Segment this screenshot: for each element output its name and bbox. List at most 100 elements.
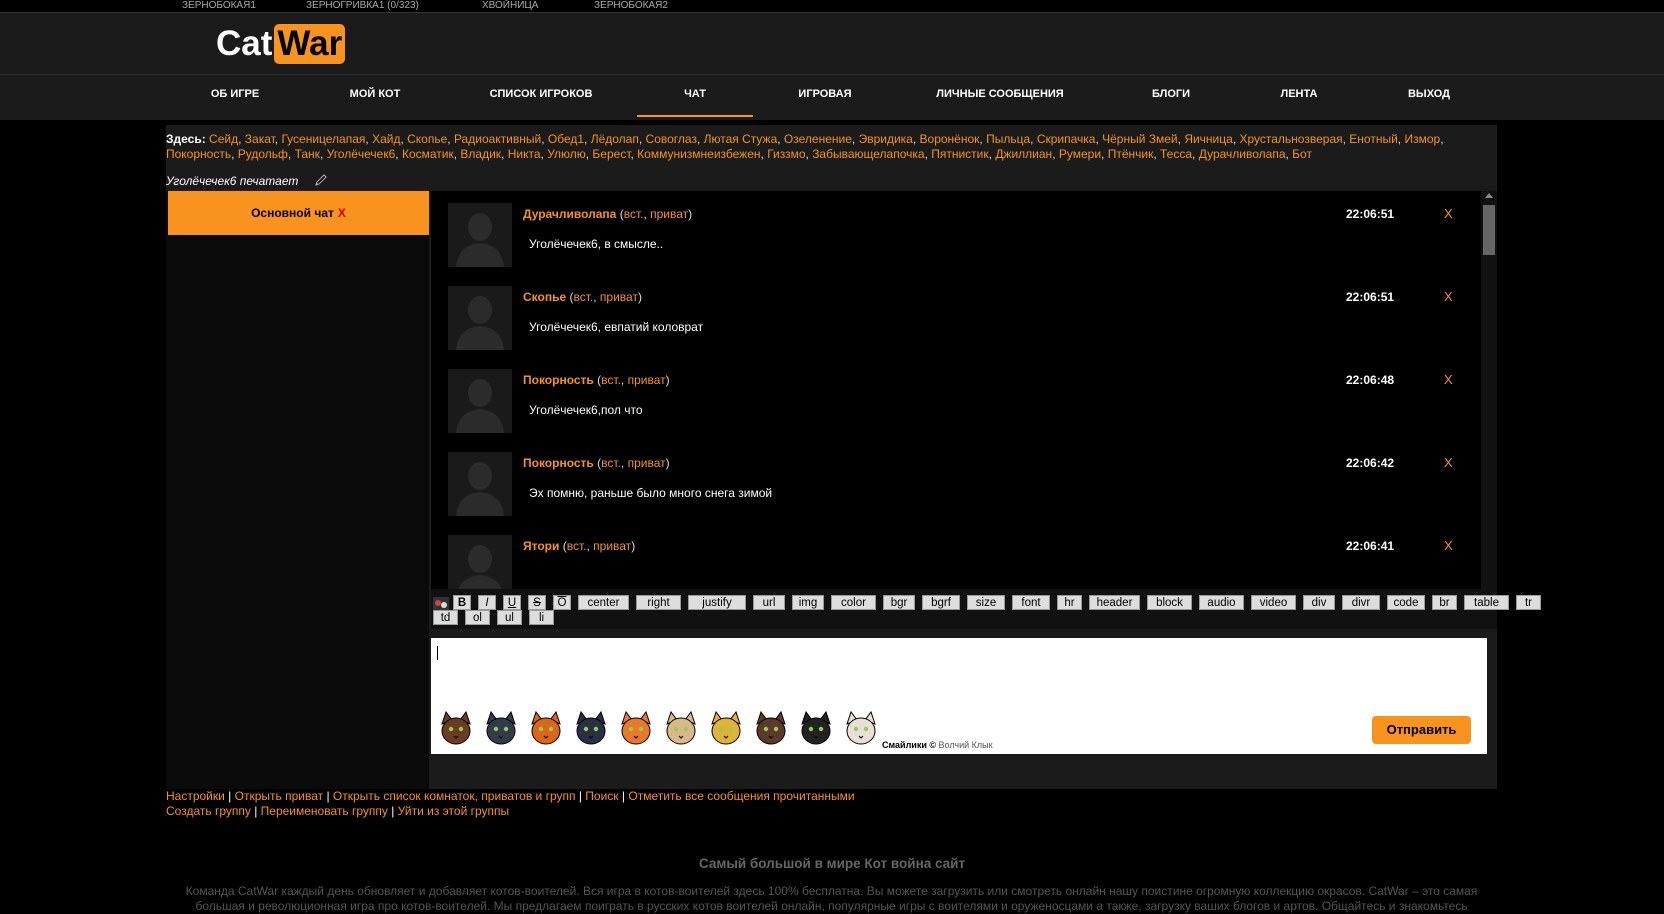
bbcode-table-button[interactable]: table — [1464, 595, 1509, 610]
bbcode-code-button[interactable]: code — [1387, 595, 1425, 610]
message-author-link[interactable]: Скопье — [523, 290, 566, 304]
avatar[interactable] — [448, 369, 512, 433]
nav-game[interactable]: ИГРОВАЯ — [780, 75, 870, 115]
present-user-link[interactable]: Тесса — [1160, 147, 1192, 161]
bbcode-justify-button[interactable]: justify — [688, 595, 746, 610]
stamp-icon[interactable] — [433, 597, 449, 611]
present-user-link[interactable]: Никта — [508, 147, 541, 161]
bbcode-color-button[interactable]: color — [831, 595, 876, 610]
bbcode-s-button[interactable]: S — [528, 595, 546, 610]
avatar[interactable] — [448, 452, 512, 516]
scroll-thumb[interactable] — [1483, 205, 1495, 255]
present-user-link[interactable]: Совоглаз — [646, 132, 697, 146]
footer-link[interactable]: Переименовать группу — [261, 804, 388, 818]
avatar[interactable] — [448, 286, 512, 350]
bbcode-bgr-button[interactable]: bgr — [883, 595, 915, 610]
bbcode-td-button[interactable]: td — [433, 610, 458, 625]
orange-tabby-smiley-icon[interactable] — [617, 710, 655, 748]
present-user-link[interactable]: Уголёчечек6 — [327, 147, 396, 161]
delete-message-button[interactable]: X — [1444, 206, 1453, 221]
present-user-link[interactable]: Обед1 — [548, 132, 584, 146]
bbcode-o-button[interactable]: O — [553, 595, 571, 610]
bbcode-u-button[interactable]: U — [503, 595, 521, 610]
message-author-link[interactable]: Покорность — [523, 373, 594, 387]
nav-private-messages[interactable]: ЛИЧНЫЕ СООБЩЕНИЯ — [920, 75, 1080, 115]
present-user-link[interactable]: Коммунизмнеизбежен — [637, 147, 760, 161]
bbcode-div-button[interactable]: div — [1303, 595, 1335, 610]
brown-cat-smiley-icon[interactable] — [437, 710, 475, 748]
present-user-link[interactable]: Берест — [592, 147, 630, 161]
footer-link[interactable]: Открыть приват — [235, 789, 323, 803]
smiley-credit-author-link[interactable]: Волчий Клык — [939, 740, 993, 750]
present-user-link[interactable]: Птёнчик — [1108, 147, 1154, 161]
nav-about[interactable]: ОБ ИГРЕ — [190, 75, 280, 115]
bbcode-b-button[interactable]: B — [453, 595, 471, 610]
bbcode-url-button[interactable]: url — [753, 595, 785, 610]
ginger-cat-smiley-icon[interactable] — [527, 710, 565, 748]
insert-name-link[interactable]: вст. — [601, 373, 621, 387]
present-user-link[interactable]: Эвридика — [859, 132, 913, 146]
brown-tabby-smiley-icon[interactable] — [752, 710, 790, 748]
present-user-link[interactable]: Пыльца — [986, 132, 1030, 146]
bbcode-block-button[interactable]: block — [1147, 595, 1192, 610]
present-user-link[interactable]: Закат — [245, 132, 275, 146]
bbcode-li-button[interactable]: li — [529, 610, 554, 625]
bbcode-hr-button[interactable]: hr — [1057, 595, 1082, 610]
footer-link[interactable]: Создать группу — [166, 804, 251, 818]
present-user-link[interactable]: Лютая Стужа — [704, 132, 778, 146]
yellow-cat-smiley-icon[interactable] — [707, 710, 745, 748]
nav-blogs[interactable]: БЛОГИ — [1126, 75, 1216, 115]
present-user-link[interactable]: Радиоактивный — [454, 132, 541, 146]
present-user-link[interactable]: Гусеницелапая — [281, 132, 365, 146]
private-link[interactable]: приват — [650, 207, 688, 221]
bbcode-i-button[interactable]: I — [478, 595, 496, 610]
bbcode-img-button[interactable]: img — [792, 595, 824, 610]
present-user-link[interactable]: Озеленение — [784, 132, 852, 146]
present-user-link[interactable]: Чёрный Змей — [1102, 132, 1178, 146]
grey-blue-cat-smiley-icon[interactable] — [482, 710, 520, 748]
present-user-link[interactable]: Румери — [1059, 147, 1101, 161]
bbcode-bgrf-button[interactable]: bgrf — [922, 595, 960, 610]
bbcode-ul-button[interactable]: ul — [497, 610, 522, 625]
present-user-link[interactable]: Скопье — [407, 132, 447, 146]
bbcode-center-button[interactable]: center — [578, 595, 629, 610]
bbcode-size-button[interactable]: size — [967, 595, 1005, 610]
present-user-link[interactable]: Рудольф — [238, 147, 288, 161]
present-user-link[interactable]: Сейд — [209, 132, 238, 146]
bbcode-right-button[interactable]: right — [636, 595, 681, 610]
nav-my-cat[interactable]: МОЙ КОТ — [330, 75, 420, 115]
nav-feed[interactable]: ЛЕНТА — [1254, 75, 1344, 115]
send-button[interactable]: Отправить — [1372, 716, 1471, 744]
account-switch-link[interactable]: ЗЕРНОБОКАЯ1 — [182, 0, 256, 12]
footer-link[interactable]: Поиск — [585, 789, 618, 803]
present-user-link[interactable]: Воронёнок — [920, 132, 980, 146]
private-link[interactable]: приват — [628, 456, 666, 470]
navy-cat-question-smiley-icon[interactable] — [572, 710, 610, 748]
bbcode-tr-button[interactable]: tr — [1516, 595, 1541, 610]
message-author-link[interactable]: Дурачливолапа — [523, 207, 616, 221]
avatar[interactable] — [448, 203, 512, 267]
private-link[interactable]: приват — [593, 539, 631, 553]
present-user-link[interactable]: Гиззмо — [767, 147, 805, 161]
account-switch-link[interactable]: ЗЕРНОГРИВКА1 (0/323) — [306, 0, 419, 12]
insert-name-link[interactable]: вст. — [601, 456, 621, 470]
present-user-link[interactable]: Бот — [1292, 147, 1312, 161]
avatar[interactable] — [448, 535, 512, 589]
present-user-link[interactable]: Енотный — [1349, 132, 1398, 146]
bbcode-ol-button[interactable]: ol — [465, 610, 490, 625]
account-switch-link[interactable]: ХВОЙНИЦА — [482, 0, 538, 12]
bbcode-video-button[interactable]: video — [1251, 595, 1296, 610]
footer-link[interactable]: Открыть список комнаток, приватов и груп… — [333, 789, 576, 803]
bbcode-font-button[interactable]: font — [1012, 595, 1050, 610]
nav-player-list[interactable]: СПИСОК ИГРОКОВ — [466, 75, 616, 115]
room-close-button[interactable]: X — [338, 206, 346, 220]
present-user-link[interactable]: Хайд — [372, 132, 400, 146]
bbcode-br-button[interactable]: br — [1432, 595, 1457, 610]
site-logo[interactable]: Cat War — [216, 24, 346, 64]
present-user-link[interactable]: Лёдолап — [591, 132, 639, 146]
present-user-link[interactable]: Измор — [1404, 132, 1440, 146]
footer-link[interactable]: Уйти из этой группы — [398, 804, 509, 818]
scroll-up-icon[interactable] — [1485, 193, 1493, 198]
scrollbar[interactable] — [1481, 191, 1497, 589]
present-user-link[interactable]: Скрипачка — [1037, 132, 1096, 146]
